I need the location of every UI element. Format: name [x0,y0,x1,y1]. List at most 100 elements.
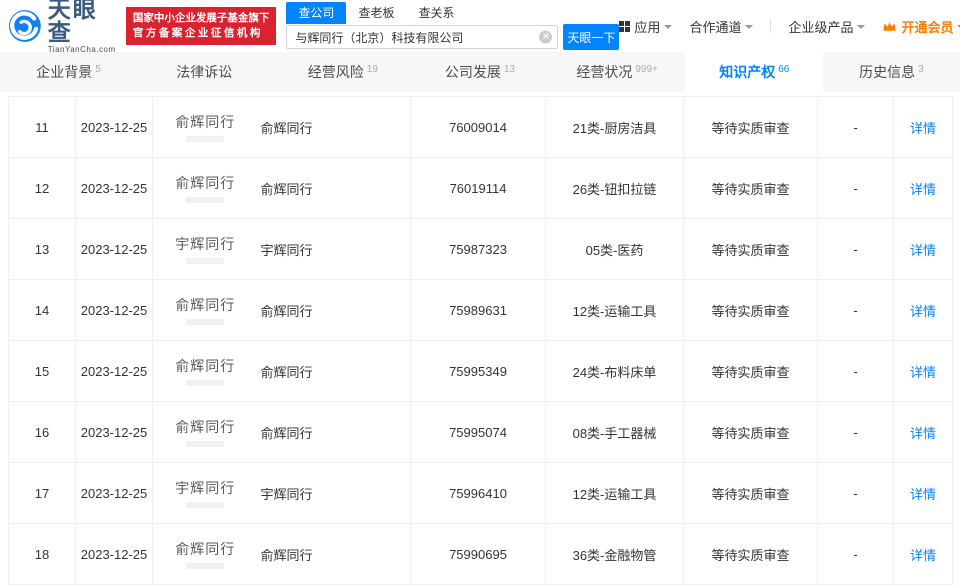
crown-icon [883,21,897,31]
table-row: 16 2023-12-25 俞辉同行 俞辉同行 75995074 08类-手工器… [8,401,953,463]
trademark-image: 宇辉同行 [175,238,236,253]
detail-link[interactable]: 详情 [910,243,936,258]
blank-cell: - [817,401,894,463]
tab-label: 历史信息 [859,64,916,80]
trademark-image: 俞辉同行 [175,177,236,192]
watermark [186,502,225,508]
trademark-image-cell[interactable]: 俞辉同行 [152,523,258,585]
tab-label: 企业背景 [36,64,93,80]
trademark-name: 宇辉同行 [257,462,411,524]
status: 等待实质审查 [683,340,818,402]
apply-date: 2023-12-25 [75,462,153,524]
search-tabs: 查公司 查老板 查关系 [286,2,619,24]
category: 12类-运输工具 [545,279,684,341]
detail-link[interactable]: 详情 [910,365,936,380]
detail-cell: 详情 [893,340,953,402]
detail-cell: 详情 [893,279,953,341]
badge-line1: 国家中小企业发展子基金旗下 [132,11,270,24]
registration-number: 75989631 [410,279,546,341]
detail-link[interactable]: 详情 [910,487,936,502]
category: 08类-手工器械 [545,401,684,463]
row-index: 13 [8,218,76,280]
trademark-image-cell[interactable]: 俞辉同行 [152,340,258,402]
nav-partner-channel[interactable]: 合作通道 [689,17,754,36]
detail-cell: 详情 [893,462,953,524]
blank-cell: - [817,523,894,585]
nav-enterprise-products[interactable]: 企业级产品 [788,17,866,36]
search-tab-boss[interactable]: 查老板 [346,2,406,24]
search-row: ✕ 天眼一下 [286,24,620,50]
top-header: 天眼查 TianYanCha.com 国家中小企业发展子基金旗下 官方备案企业征… [0,0,960,54]
nav-apps[interactable]: 应用 [619,17,673,36]
badge-line2: 官方备案企业征信机构 [132,27,263,39]
table-row: 11 2023-12-25 俞辉同行 俞辉同行 76009014 21类-厨房洁… [8,96,953,158]
search-button[interactable]: 天眼一下 [563,24,620,50]
search-tab-relation[interactable]: 查关系 [406,2,466,24]
trademark-name: 俞辉同行 [257,96,411,158]
apply-date: 2023-12-25 [75,523,153,585]
registration-number: 75995074 [410,401,546,463]
category: 24类-布料床单 [545,340,684,402]
blank-cell: - [817,218,894,280]
tab-operation-risk[interactable]: 经营风险 19 [274,52,411,92]
blank-cell: - [817,462,894,524]
trademark-name: 俞辉同行 [257,279,411,341]
chevron-down-icon [745,24,754,29]
blank-cell: - [817,96,894,158]
row-index: 18 [8,523,76,585]
chevron-down-icon [857,24,866,29]
watermark [186,380,225,386]
detail-link[interactable]: 详情 [910,426,936,441]
status: 等待实质审查 [683,279,818,341]
nav-enterprise-label: 企业级产品 [788,19,854,35]
trademark-image-cell[interactable]: 宇辉同行 [152,462,258,524]
detail-link[interactable]: 详情 [910,182,936,197]
tab-company-development[interactable]: 公司发展 13 [411,52,548,92]
trademark-image-cell[interactable]: 俞辉同行 [152,157,258,219]
trademark-image: 俞辉同行 [175,116,236,131]
detail-link[interactable]: 详情 [910,121,936,136]
nav-vip-label: 开通会员 [901,19,954,35]
registration-number: 75996410 [410,462,546,524]
tab-history-info[interactable]: 历史信息 3 [823,52,960,92]
search-input[interactable] [286,25,559,49]
trademark-image-cell[interactable]: 俞辉同行 [152,96,258,158]
category: 36类-金融物管 [545,523,684,585]
tab-label: 公司发展 [444,64,501,80]
trademark-image: 俞辉同行 [175,299,236,314]
clear-search-icon[interactable]: ✕ [539,30,553,44]
status: 等待实质审查 [683,462,818,524]
watermark [186,197,225,203]
trademark-name: 宇辉同行 [257,218,411,280]
tab-count: 999+ [635,63,658,75]
tab-operating-status[interactable]: 经营状况 999+ [549,52,686,92]
registration-number: 75987323 [410,218,546,280]
nav-apps-label: 应用 [634,19,661,35]
search-tab-company[interactable]: 查公司 [286,2,347,24]
blank-cell: - [817,279,894,341]
trademark-image: 宇辉同行 [175,482,236,497]
apply-date: 2023-12-25 [75,218,153,280]
row-index: 16 [8,401,76,463]
tab-label: 知识产权 [719,64,776,80]
nav-open-vip[interactable]: 开通会员 [882,17,960,36]
logo-text: 天眼查 TianYanCha.com [48,0,118,54]
row-index: 17 [8,462,76,524]
table-row: 15 2023-12-25 俞辉同行 俞辉同行 75995349 24类-布料床… [8,340,953,402]
trademark-table: 11 2023-12-25 俞辉同行 俞辉同行 76009014 21类-厨房洁… [8,96,953,585]
trademark-image-cell[interactable]: 俞辉同行 [152,401,258,463]
trademark-image-cell[interactable]: 宇辉同行 [152,218,258,280]
tab-intellectual-property[interactable]: 知识产权 66 [685,52,823,92]
tianyancha-logo[interactable]: 天眼查 TianYanCha.com [8,0,118,54]
detail-link[interactable]: 详情 [910,548,936,563]
trademark-image: 俞辉同行 [175,543,236,558]
table-row: 13 2023-12-25 宇辉同行 宇辉同行 75987323 05类-医药 … [8,218,953,280]
detail-cell: 详情 [893,157,953,219]
trademark-image: 俞辉同行 [175,421,236,436]
trademark-image-cell[interactable]: 俞辉同行 [152,279,258,341]
tab-company-background[interactable]: 企业背景 5 [0,52,137,92]
watermark [186,319,225,325]
category: 05类-医药 [545,218,684,280]
tab-legal-litigation[interactable]: 法律诉讼 [137,52,274,92]
detail-link[interactable]: 详情 [910,304,936,319]
